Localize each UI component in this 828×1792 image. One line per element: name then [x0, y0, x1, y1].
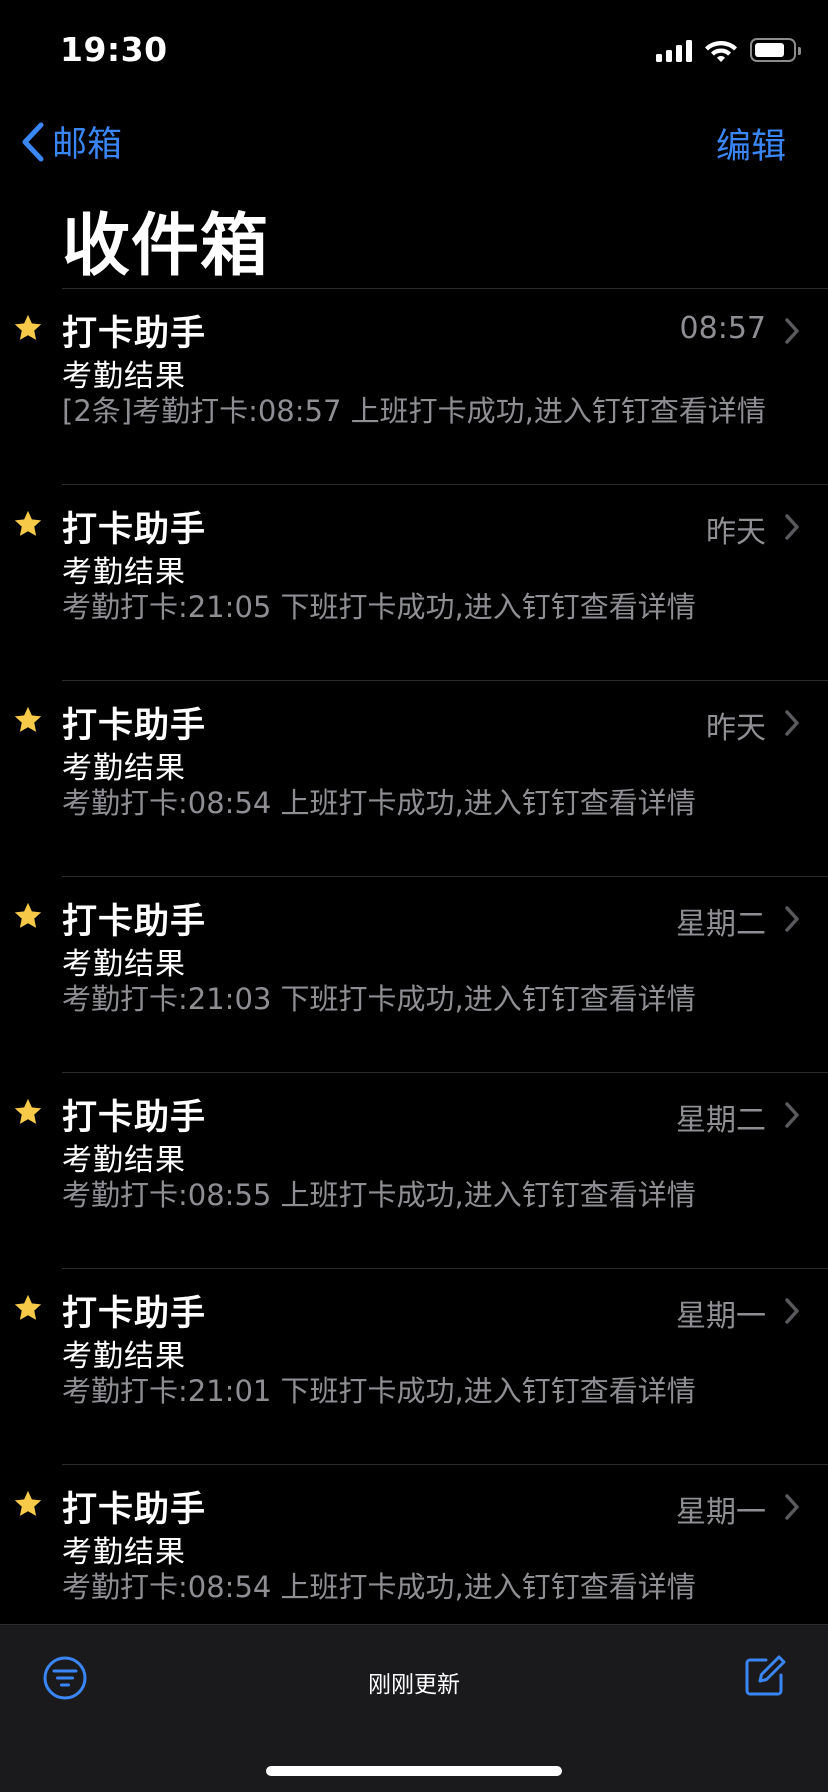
- mail-subject: 考勤结果: [62, 1143, 186, 1178]
- wifi-icon: [705, 41, 737, 62]
- update-status: 刚刚更新: [368, 1672, 460, 1698]
- star-icon: [14, 902, 42, 928]
- chevron-right-icon: [785, 1494, 799, 1520]
- bottom-toolbar: 刚刚更新: [0, 1624, 828, 1792]
- edit-button[interactable]: 编辑: [716, 118, 786, 169]
- mail-sender: 打卡助手: [62, 1490, 207, 1530]
- status-bar: 19:30: [0, 0, 828, 100]
- cellular-signal-icon: [656, 38, 692, 62]
- mail-item[interactable]: 打卡助手 星期一 考勤结果 考勤打卡:21:01 下班打卡成功,进入钉钉查看详情: [14, 1268, 828, 1464]
- mail-date: 星期二: [676, 907, 766, 942]
- mail-date: 昨天: [706, 711, 766, 746]
- star-icon: [14, 706, 42, 732]
- status-time: 19:30: [60, 30, 168, 69]
- mail-subject: 考勤结果: [62, 947, 186, 982]
- mail-subject: 考勤结果: [62, 1535, 186, 1570]
- mail-item[interactable]: 打卡助手 昨天 考勤结果 考勤打卡:08:54 上班打卡成功,进入钉钉查看详情: [14, 680, 828, 876]
- chevron-right-icon: [785, 514, 799, 540]
- battery-fill: [755, 43, 784, 57]
- mail-date: 昨天: [706, 515, 766, 550]
- star-icon: [14, 314, 42, 340]
- navigation-bar: 邮箱 编辑: [0, 108, 828, 174]
- chevron-right-icon: [785, 906, 799, 932]
- mail-preview: 考勤打卡:21:03 下班打卡成功,进入钉钉查看详情: [62, 982, 696, 1016]
- mail-preview: 考勤打卡:08:54 上班打卡成功,进入钉钉查看详情: [62, 786, 696, 820]
- back-button[interactable]: 邮箱: [20, 116, 122, 167]
- chevron-right-icon: [785, 710, 799, 736]
- mail-item[interactable]: 打卡助手 08:57 考勤结果 [2条]考勤打卡:08:57 上班打卡成功,进入…: [14, 288, 828, 484]
- compose-icon[interactable]: [742, 1653, 788, 1699]
- mail-preview: 考勤打卡:21:05 下班打卡成功,进入钉钉查看详情: [62, 590, 696, 624]
- mail-subject: 考勤结果: [62, 359, 186, 394]
- star-icon: [14, 1294, 42, 1320]
- mail-item[interactable]: 打卡助手 星期二 考勤结果 考勤打卡:21:03 下班打卡成功,进入钉钉查看详情: [14, 876, 828, 1072]
- mail-date: 星期一: [676, 1299, 766, 1334]
- page-title: 收件箱: [62, 207, 270, 286]
- mail-sender: 打卡助手: [62, 314, 207, 354]
- mail-preview: 考勤打卡:08:55 上班打卡成功,进入钉钉查看详情: [62, 1178, 696, 1212]
- mail-preview: 考勤打卡:21:01 下班打卡成功,进入钉钉查看详情: [62, 1374, 696, 1408]
- chevron-right-icon: [785, 1298, 799, 1324]
- chevron-left-icon: [22, 122, 44, 161]
- mail-item[interactable]: 打卡助手 星期二 考勤结果 考勤打卡:08:55 上班打卡成功,进入钉钉查看详情: [14, 1072, 828, 1268]
- star-icon: [14, 1490, 42, 1516]
- mail-date: 星期二: [676, 1103, 766, 1138]
- status-icons: [656, 36, 801, 64]
- mail-sender: 打卡助手: [62, 1294, 207, 1334]
- star-icon: [14, 510, 42, 536]
- mail-date: 08:57: [679, 311, 766, 346]
- mail-subject: 考勤结果: [62, 555, 186, 590]
- chevron-right-icon: [785, 318, 799, 344]
- mail-date: 星期一: [676, 1495, 766, 1530]
- mail-subject: 考勤结果: [62, 751, 186, 786]
- mail-list: 打卡助手 08:57 考勤结果 [2条]考勤打卡:08:57 上班打卡成功,进入…: [0, 288, 828, 1660]
- home-indicator: [266, 1766, 562, 1776]
- battery-icon: [750, 38, 801, 62]
- mail-preview: [2条]考勤打卡:08:57 上班打卡成功,进入钉钉查看详情: [62, 394, 766, 428]
- mail-sender: 打卡助手: [62, 510, 207, 550]
- mail-sender: 打卡助手: [62, 1098, 207, 1138]
- mail-sender: 打卡助手: [62, 706, 207, 746]
- mail-subject: 考勤结果: [62, 1339, 186, 1374]
- mail-item[interactable]: 打卡助手 昨天 考勤结果 考勤打卡:21:05 下班打卡成功,进入钉钉查看详情: [14, 484, 828, 680]
- chevron-right-icon: [785, 1102, 799, 1128]
- mail-sender: 打卡助手: [62, 902, 207, 942]
- star-icon: [14, 1098, 42, 1124]
- back-label: 邮箱: [52, 125, 123, 165]
- mail-preview: 考勤打卡:08:54 上班打卡成功,进入钉钉查看详情: [62, 1570, 696, 1604]
